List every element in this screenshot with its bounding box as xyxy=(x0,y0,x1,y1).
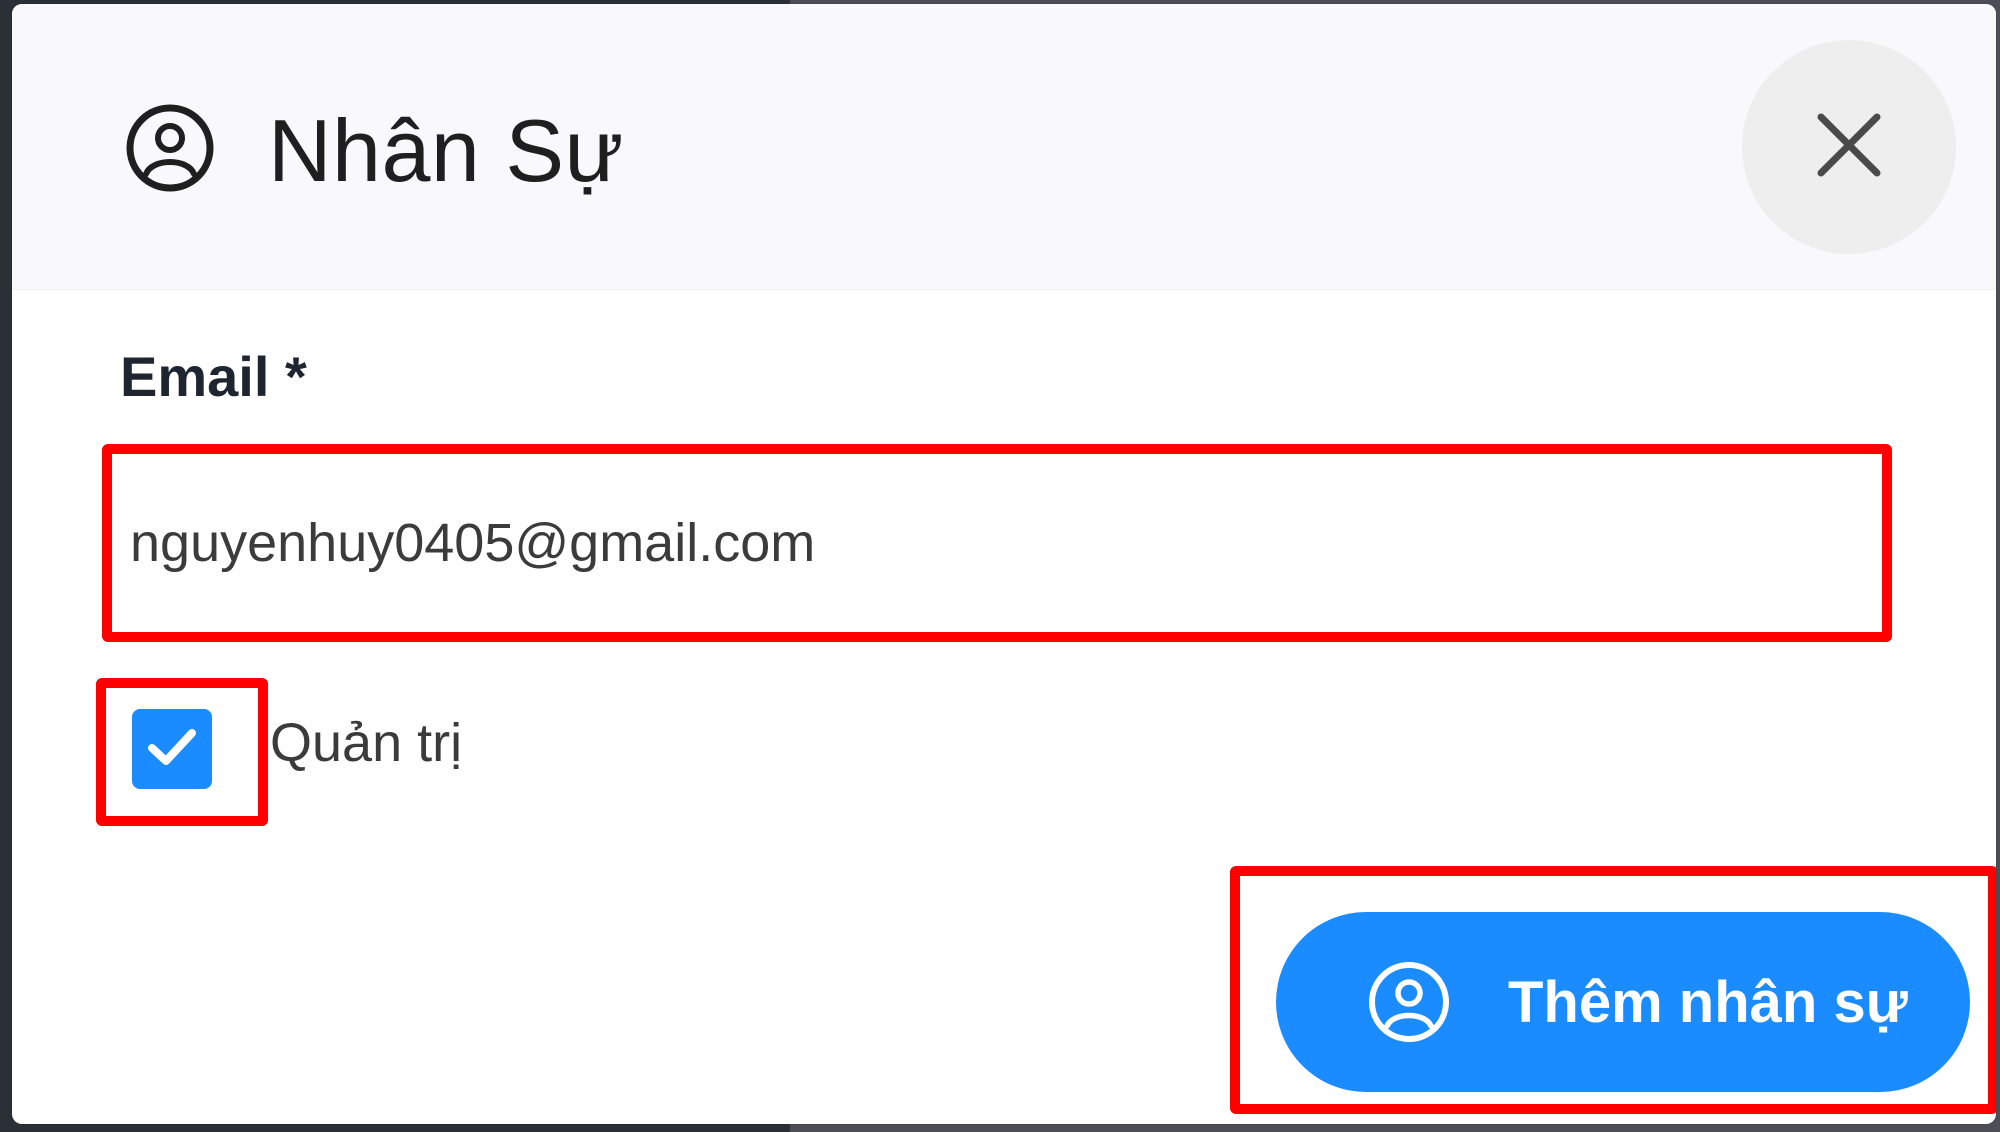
admin-checkbox[interactable] xyxy=(132,709,212,789)
user-circle-icon xyxy=(124,102,216,194)
add-staff-button[interactable]: Thêm nhân sự xyxy=(1276,912,1970,1092)
modal-header: Nhân Sự xyxy=(12,4,1996,290)
check-icon xyxy=(142,717,202,782)
admin-checkbox-label: Quản trị xyxy=(270,713,463,773)
email-label: Email * xyxy=(120,345,307,408)
email-field-value: nguyenhuy0405@gmail.com xyxy=(130,513,816,573)
close-button[interactable] xyxy=(1742,40,1956,254)
close-icon xyxy=(1809,105,1889,190)
email-field[interactable]: nguyenhuy0405@gmail.com xyxy=(102,444,1892,642)
user-circle-icon xyxy=(1366,959,1452,1045)
staff-modal: Nhân Sự Email * nguyenhuy0405@gmail.com … xyxy=(12,4,1996,1124)
add-staff-button-label: Thêm nhân sự xyxy=(1508,969,1908,1035)
modal-title: Nhân Sự xyxy=(268,101,624,200)
